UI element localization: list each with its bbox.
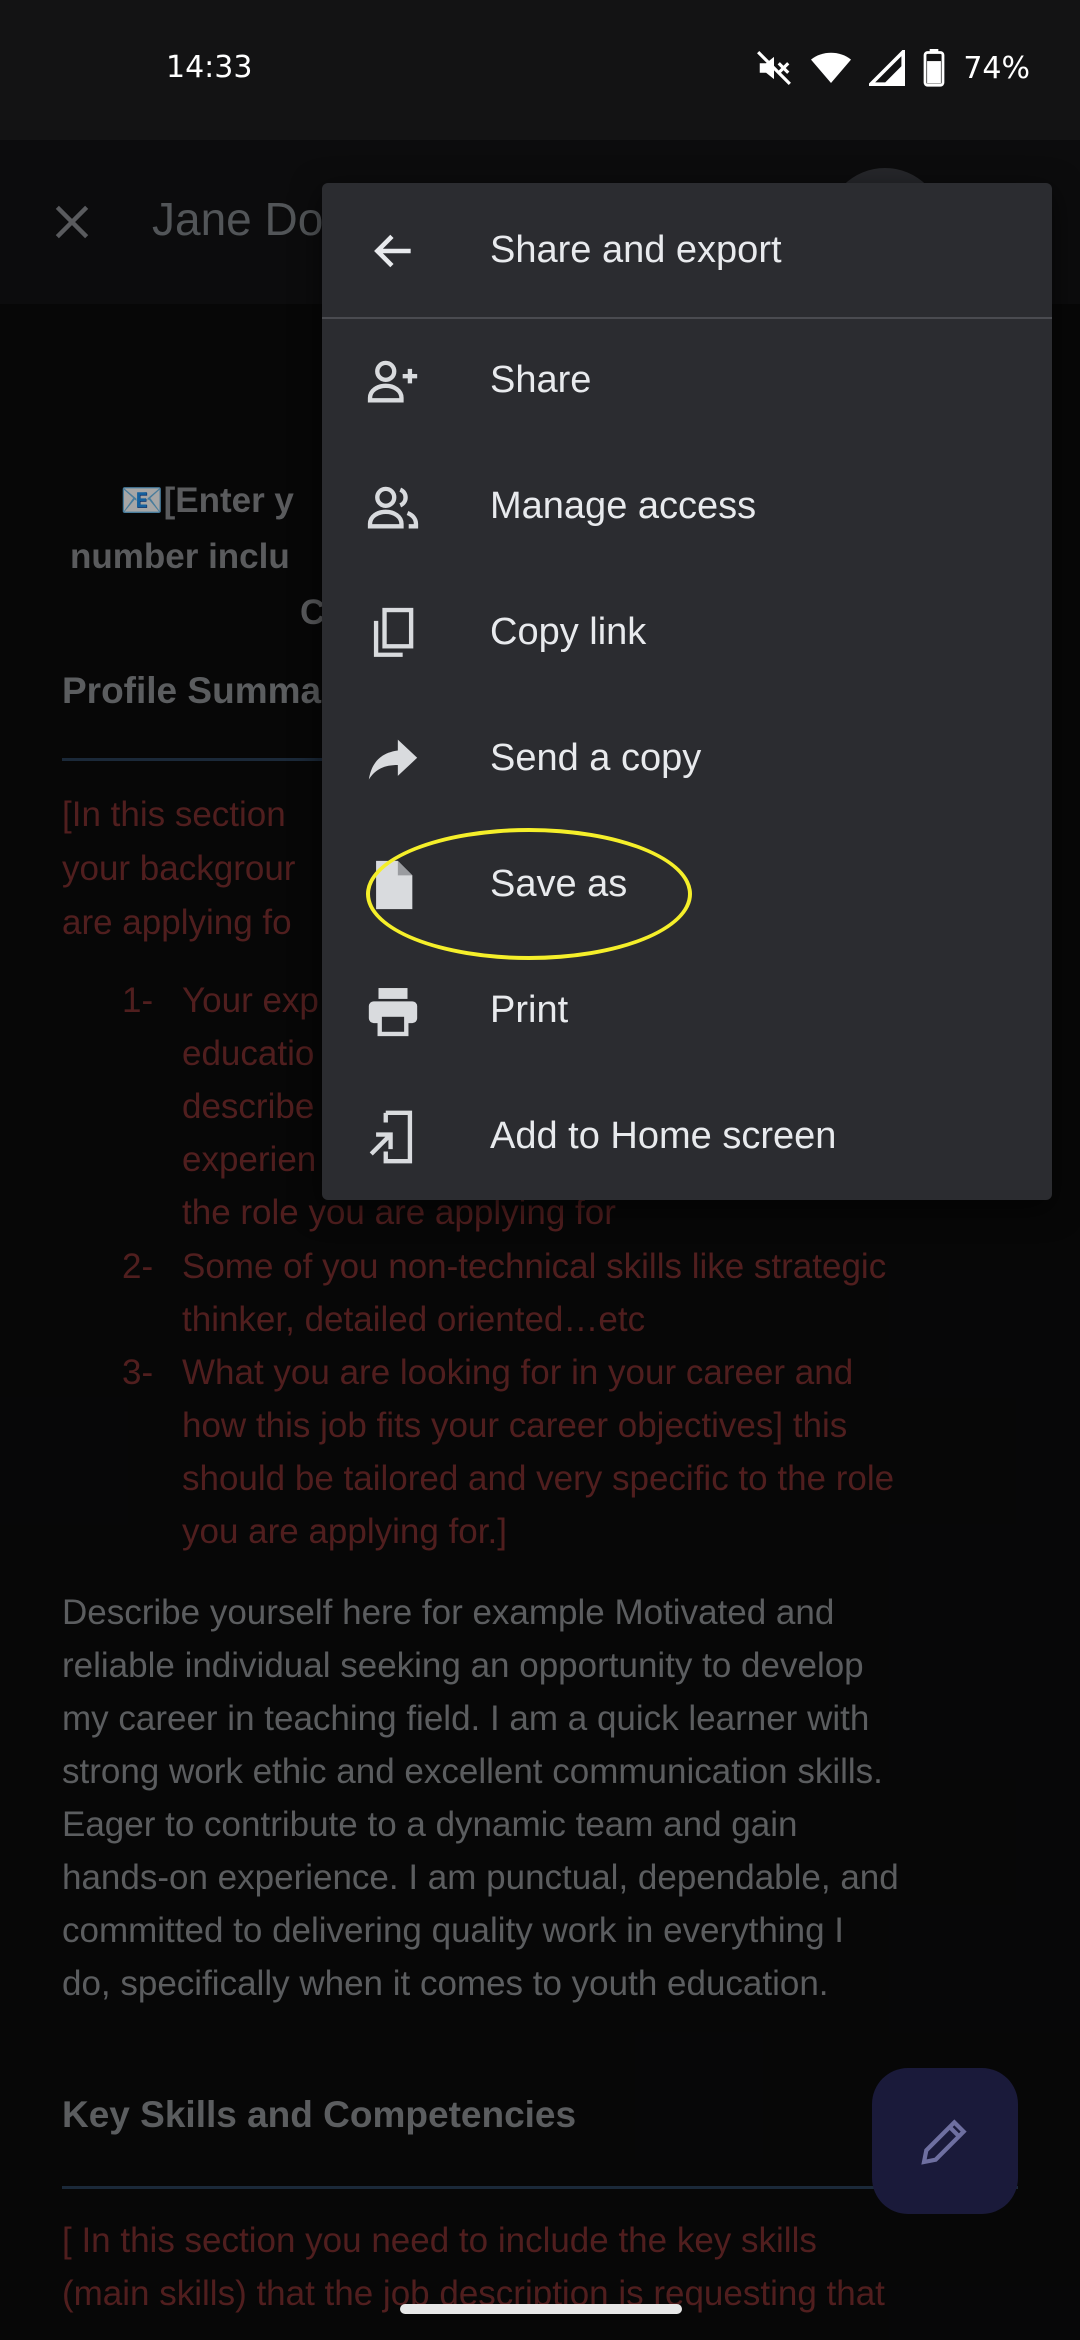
menu-item-label: Send a copy (490, 737, 702, 779)
share-export-menu: Share and export Share Manage access Cop… (322, 183, 1052, 1200)
signal-icon (869, 50, 906, 86)
highlight-ellipse (366, 828, 692, 960)
menu-title: Share and export (490, 229, 782, 271)
menu-item-label: Add to Home screen (490, 1115, 837, 1157)
status-icons: 74% (755, 48, 1030, 88)
menu-item-label: Manage access (490, 485, 757, 527)
menu-item-copy-link[interactable]: Copy link (322, 569, 1052, 695)
person-add-icon (364, 352, 422, 410)
wifi-icon (811, 50, 852, 86)
status-time: 14:33 (166, 50, 253, 85)
menu-item-send-copy[interactable]: Send a copy (322, 695, 1052, 821)
back-arrow-icon (374, 234, 411, 268)
people-icon (364, 478, 422, 536)
back-button[interactable] (366, 223, 422, 279)
menu-header: Share and export (322, 183, 1052, 319)
forward-arrow-icon (364, 730, 422, 788)
menu-item-print[interactable]: Print (322, 947, 1052, 1073)
status-bar: 14:33 74% (0, 0, 1080, 140)
copy-icon (364, 604, 422, 662)
pencil-icon (921, 2119, 967, 2165)
add-to-home-icon (364, 1108, 422, 1166)
printer-icon (364, 982, 422, 1040)
battery-percent: 74% (963, 50, 1030, 86)
menu-item-label: Copy link (490, 611, 647, 653)
home-indicator[interactable] (400, 2304, 682, 2314)
mute-icon (755, 49, 793, 87)
menu-item-label: Share (490, 359, 592, 401)
menu-item-manage-access[interactable]: Manage access (322, 443, 1052, 569)
battery-icon (923, 49, 945, 87)
edit-fab-button[interactable] (872, 2068, 1018, 2214)
menu-item-share[interactable]: Share (322, 317, 1052, 443)
menu-item-add-home[interactable]: Add to Home screen (322, 1073, 1052, 1199)
menu-item-label: Print (490, 989, 569, 1031)
